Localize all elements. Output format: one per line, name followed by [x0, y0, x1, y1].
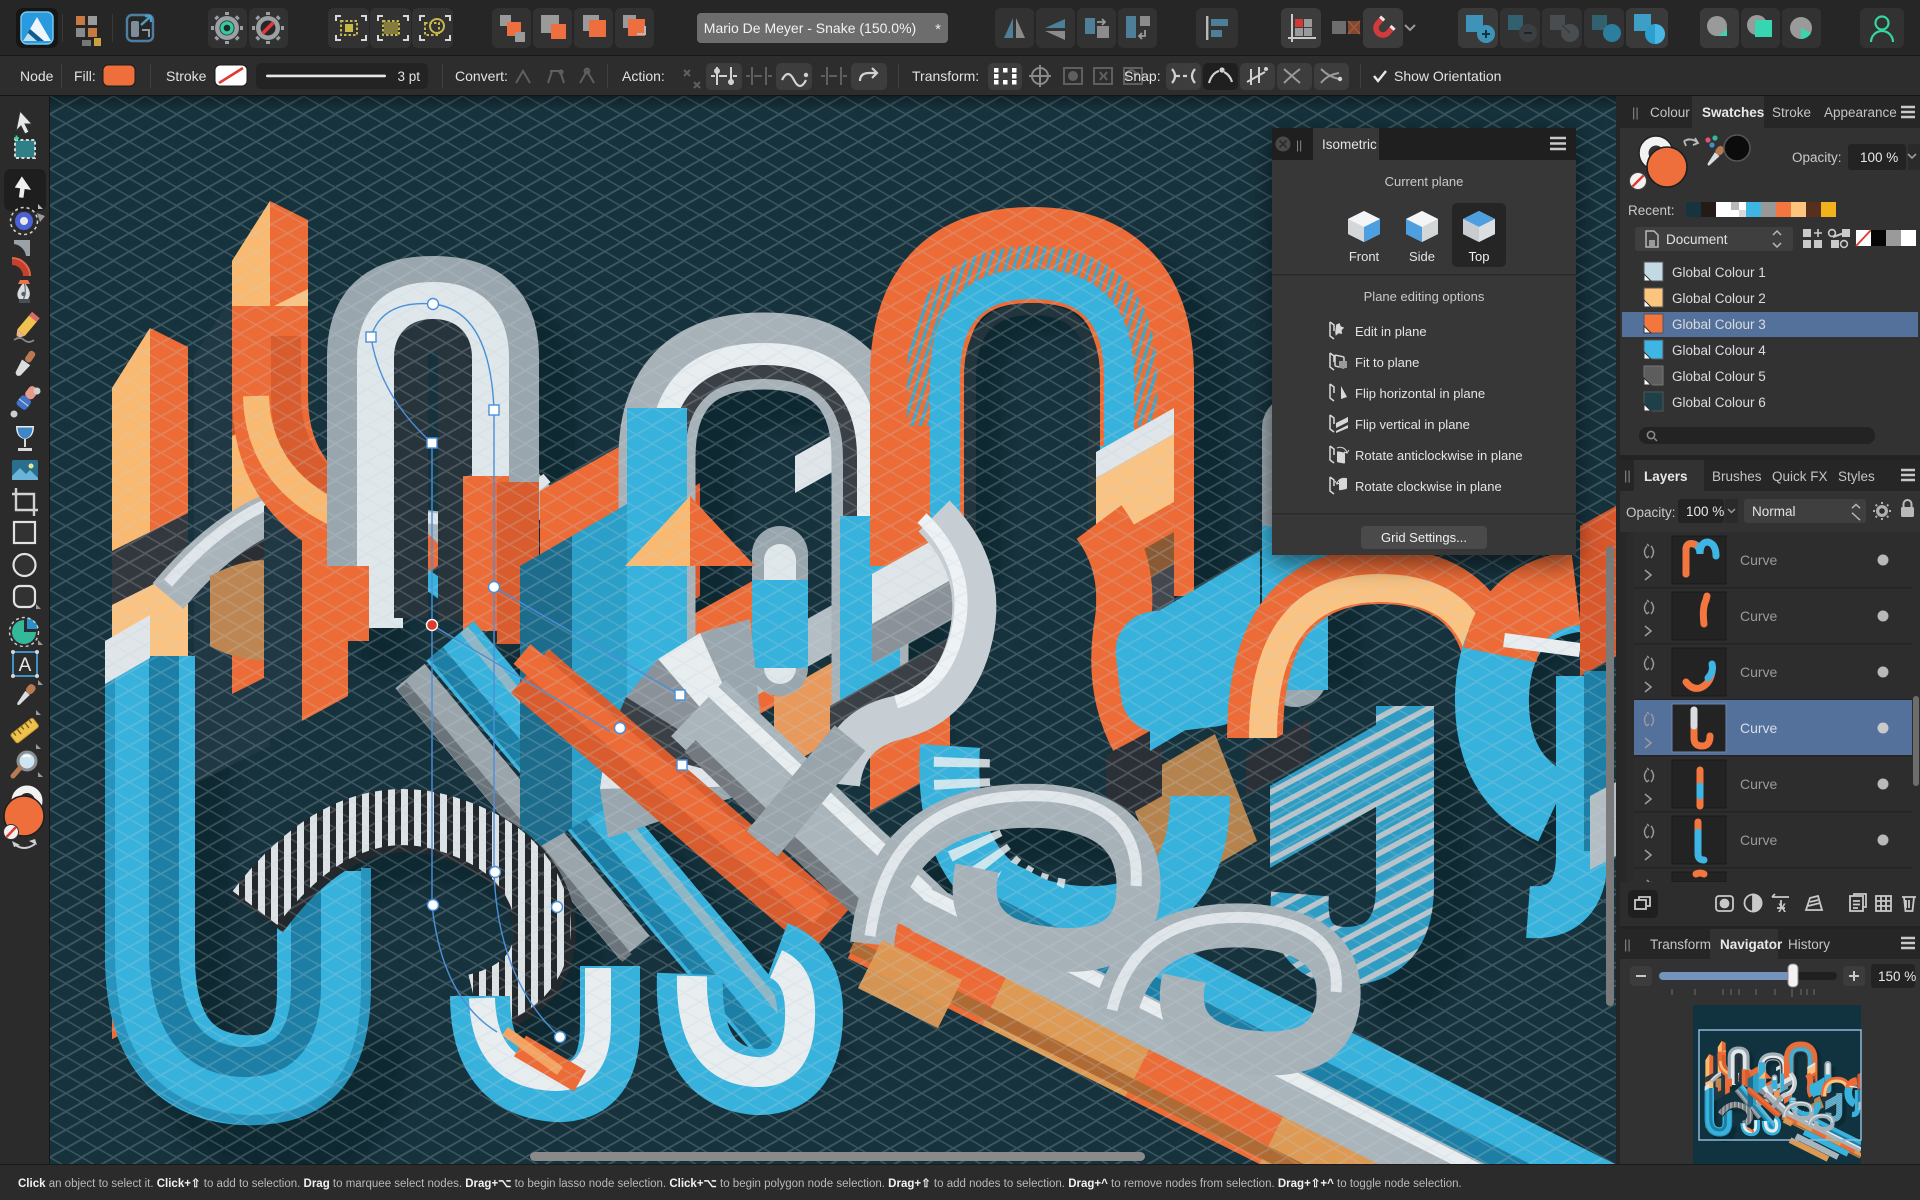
svg-text:Snap:: Snap:: [1124, 68, 1161, 84]
svg-text:Brushes: Brushes: [1712, 469, 1762, 484]
svg-text:Opacity:: Opacity:: [1792, 150, 1842, 165]
svg-text:Grid Settings...: Grid Settings...: [1381, 530, 1467, 545]
svg-text:||: ||: [1624, 468, 1631, 483]
svg-text:Fill:: Fill:: [74, 68, 96, 84]
svg-text:Global Colour 6: Global Colour 6: [1672, 395, 1766, 410]
svg-text:Top: Top: [1469, 249, 1490, 264]
svg-text:Swatches: Swatches: [1702, 105, 1764, 120]
svg-text:Front: Front: [1349, 249, 1380, 264]
svg-text:Document: Document: [1666, 232, 1728, 247]
svg-text:Global Colour 3: Global Colour 3: [1672, 317, 1766, 332]
svg-text:Normal: Normal: [1752, 504, 1796, 519]
svg-text:A: A: [19, 655, 32, 676]
svg-text:100 %: 100 %: [1686, 504, 1724, 519]
svg-text:Action:: Action:: [622, 68, 665, 84]
svg-text:Stroke: Stroke: [1772, 105, 1811, 120]
svg-text:Global Colour 4: Global Colour 4: [1672, 343, 1766, 358]
svg-text:Rotate clockwise in plane: Rotate clockwise in plane: [1355, 479, 1502, 494]
svg-text:Curve: Curve: [1740, 664, 1778, 680]
svg-text:Isometric: Isometric: [1322, 137, 1377, 152]
svg-text:Side: Side: [1409, 249, 1435, 264]
svg-text:Appearance: Appearance: [1824, 105, 1897, 120]
svg-text:Curve: Curve: [1740, 552, 1778, 568]
svg-text:Navigator: Navigator: [1720, 937, 1783, 952]
svg-text:Quick FX: Quick FX: [1772, 469, 1828, 484]
svg-text:Fit to plane: Fit to plane: [1355, 355, 1419, 370]
svg-text:Global Colour 5: Global Colour 5: [1672, 369, 1766, 384]
svg-text:3 pt: 3 pt: [397, 69, 420, 84]
svg-text:Transform: Transform: [1650, 937, 1711, 952]
svg-text:Colour: Colour: [1650, 105, 1690, 120]
svg-text:Flip horizontal in plane: Flip horizontal in plane: [1355, 386, 1485, 401]
svg-text:Rotate anticlockwise in plane: Rotate anticlockwise in plane: [1355, 448, 1523, 463]
svg-text:Recent:: Recent:: [1628, 203, 1675, 218]
svg-text:||: ||: [1624, 937, 1631, 952]
svg-text:*: *: [935, 21, 941, 38]
svg-text:Convert:: Convert:: [455, 68, 508, 84]
svg-text:||: ||: [1296, 138, 1302, 152]
svg-text:Current plane: Current plane: [1385, 174, 1464, 189]
svg-text:Node: Node: [20, 68, 54, 84]
svg-text:Transform:: Transform:: [912, 68, 979, 84]
svg-text:Flip vertical in plane: Flip vertical in plane: [1355, 417, 1470, 432]
svg-text:Styles: Styles: [1838, 469, 1875, 484]
svg-text:150 %: 150 %: [1878, 969, 1916, 984]
svg-text:Global Colour 1: Global Colour 1: [1672, 265, 1766, 280]
svg-text:Global Colour 2: Global Colour 2: [1672, 291, 1766, 306]
svg-text:Stroke: Stroke: [166, 68, 207, 84]
svg-text:100 %: 100 %: [1860, 150, 1898, 165]
svg-text:X: X: [1778, 901, 1786, 915]
svg-text:||: ||: [1632, 105, 1639, 120]
svg-text:Curve: Curve: [1740, 832, 1778, 848]
svg-text:History: History: [1788, 937, 1830, 952]
svg-text:Mario De Meyer - Snake (150.0%: Mario De Meyer - Snake (150.0%): [704, 20, 916, 36]
svg-text:Curve: Curve: [1740, 608, 1778, 624]
svg-text:Curve: Curve: [1740, 776, 1778, 792]
svg-text:Layers: Layers: [1644, 469, 1688, 484]
svg-text:Show Orientation: Show Orientation: [1394, 68, 1501, 84]
svg-text:Curve: Curve: [1740, 720, 1778, 736]
svg-text:Plane editing options: Plane editing options: [1364, 289, 1485, 304]
svg-text:Opacity:: Opacity:: [1626, 505, 1676, 520]
svg-text:Edit in plane: Edit in plane: [1355, 324, 1427, 339]
